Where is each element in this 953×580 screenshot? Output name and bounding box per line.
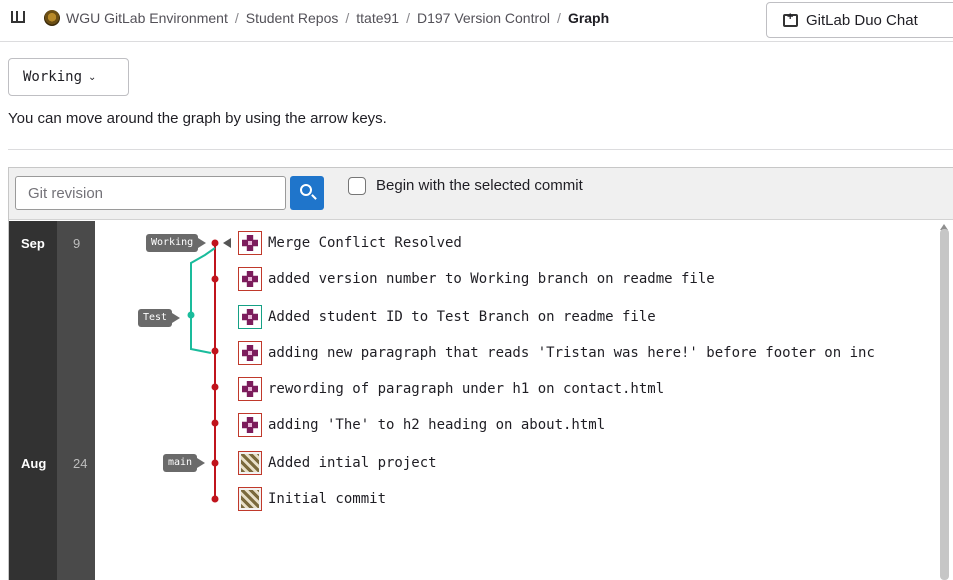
- ref-label-main[interactable]: main: [163, 454, 206, 472]
- revision-search-bar: Begin with the selected commit: [9, 168, 953, 220]
- sidebar-toggle-icon[interactable]: [11, 11, 25, 23]
- commit-dot: [211, 459, 219, 467]
- commit-message[interactable]: rewording of paragraph under h1 on conta…: [268, 381, 664, 397]
- git-revision-input[interactable]: [15, 176, 286, 210]
- duo-chat-label: GitLab Duo Chat: [806, 11, 918, 29]
- commit-dot: [211, 347, 219, 355]
- breadcrumb-separator: /: [557, 10, 561, 26]
- date-day: 24: [73, 456, 88, 471]
- group-avatar-icon: [44, 10, 60, 26]
- commit-row[interactable]: rewording of paragraph under h1 on conta…: [238, 377, 664, 401]
- branch-selector[interactable]: Working ⌄: [8, 58, 129, 96]
- breadcrumb-item-project[interactable]: D197 Version Control: [417, 10, 550, 26]
- commit-message[interactable]: Initial commit: [268, 491, 386, 507]
- selected-commit-marker-icon: [223, 238, 231, 248]
- breadcrumb-item-user[interactable]: ttate91: [356, 10, 399, 26]
- commit-message[interactable]: Merge Conflict Resolved: [268, 235, 462, 251]
- author-avatar: [238, 413, 262, 437]
- commit-dot: [211, 419, 219, 427]
- author-avatar: [238, 451, 262, 475]
- commit-dot: [211, 239, 219, 247]
- commit-dot: [211, 495, 219, 503]
- breadcrumb-separator: /: [406, 10, 410, 26]
- test-branch-line: [190, 247, 216, 354]
- date-month: Aug: [21, 456, 47, 471]
- duo-chat-button[interactable]: GitLab Duo Chat: [766, 2, 953, 38]
- breadcrumb: WGU GitLab Environment / Student Repos / tta…: [66, 10, 609, 26]
- commit-row[interactable]: adding 'The' to h2 heading on about.html: [238, 413, 605, 437]
- chevron-down-icon: ⌄: [88, 71, 97, 83]
- date-month: Sep: [21, 236, 45, 251]
- ref-label-working[interactable]: Working: [146, 234, 207, 252]
- date-gutter-day: [57, 221, 95, 580]
- commit-row[interactable]: Added student ID to Test Branch on readm…: [238, 305, 656, 329]
- commit-row[interactable]: Merge Conflict Resolved: [238, 231, 462, 255]
- commit-message[interactable]: Added student ID to Test Branch on readm…: [268, 309, 656, 325]
- graph-panel: Begin with the selected commit Sep 9 Aug…: [8, 167, 953, 580]
- commit-dot: [187, 311, 195, 319]
- commit-message[interactable]: Added intial project: [268, 455, 437, 471]
- author-avatar: [238, 487, 262, 511]
- author-avatar: [238, 231, 262, 255]
- commit-graph: [187, 238, 231, 503]
- breadcrumb-item-group[interactable]: WGU GitLab Environment: [66, 10, 228, 26]
- begin-with-selected-label: Begin with the selected commit: [376, 177, 583, 194]
- begin-with-selected-checkbox[interactable]: [348, 177, 366, 195]
- graph-scrollbar[interactable]: [940, 229, 949, 580]
- breadcrumb-separator: /: [345, 10, 350, 26]
- branch-selector-value: Working: [23, 69, 83, 85]
- author-avatar: [238, 305, 262, 329]
- author-avatar: [238, 377, 262, 401]
- top-bar: WGU GitLab Environment / Student Repos / tta…: [0, 0, 953, 42]
- commit-row[interactable]: added version number to Working branch o…: [238, 267, 715, 291]
- duo-chat-icon: [783, 11, 798, 27]
- commit-message[interactable]: adding 'The' to h2 heading on about.html: [268, 417, 605, 433]
- breadcrumb-item-subgroup[interactable]: Student Repos: [246, 10, 339, 26]
- ref-label-test[interactable]: Test: [138, 309, 181, 327]
- date-gutter-month: [9, 221, 57, 580]
- graph-hint-text: You can move around the graph by using t…: [8, 110, 387, 127]
- commit-row[interactable]: Added intial project: [238, 451, 437, 475]
- breadcrumb-separator: /: [234, 10, 239, 26]
- author-avatar: [238, 267, 262, 291]
- commit-message[interactable]: added version number to Working branch o…: [268, 271, 715, 287]
- commit-message[interactable]: adding new paragraph that reads 'Tristan…: [268, 345, 875, 361]
- search-icon: [300, 184, 312, 196]
- commit-dot: [211, 275, 219, 283]
- divider: [8, 149, 953, 150]
- breadcrumb-current: Graph: [567, 10, 610, 26]
- date-day: 9: [73, 236, 81, 251]
- commit-row[interactable]: adding new paragraph that reads 'Tristan…: [238, 341, 875, 365]
- search-button[interactable]: [290, 176, 324, 210]
- author-avatar: [238, 341, 262, 365]
- commit-row[interactable]: Initial commit: [238, 487, 386, 511]
- commit-dot: [211, 383, 219, 391]
